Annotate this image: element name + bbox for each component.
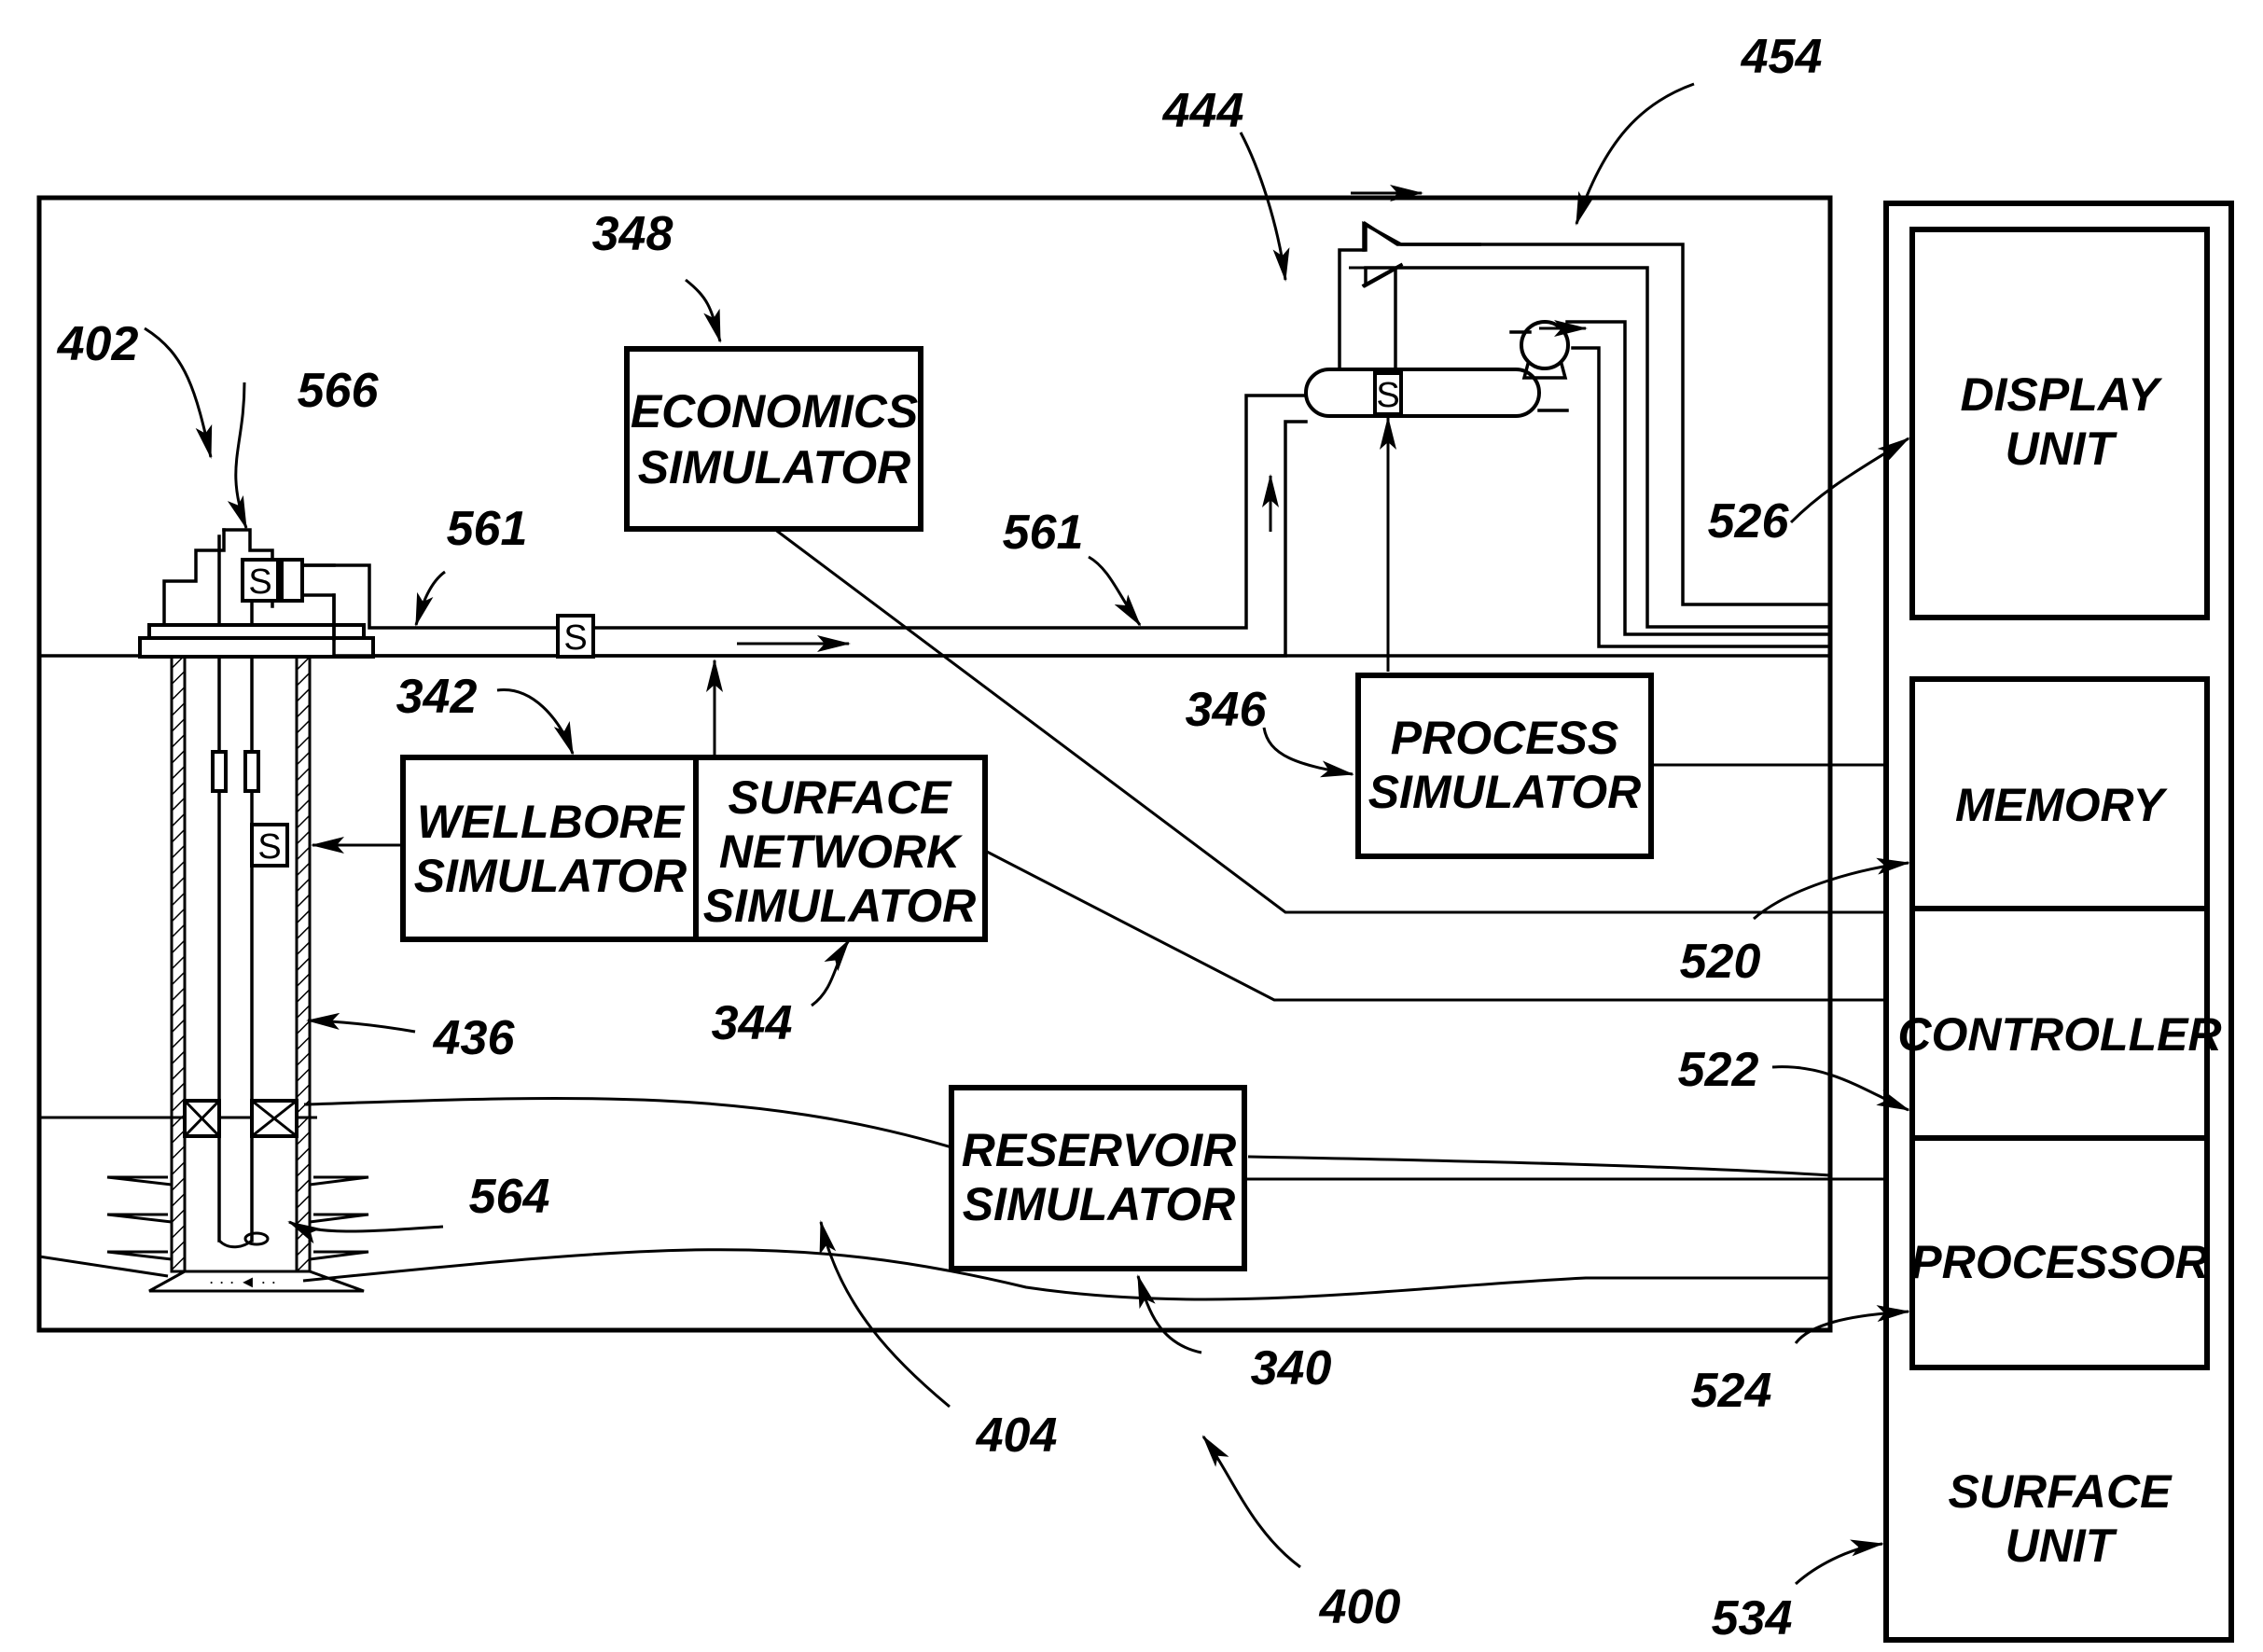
ref-534: 534 xyxy=(1712,1591,1793,1645)
display-unit-label-2: UNIT xyxy=(2006,423,2118,475)
processor-label: PROCESSOR xyxy=(1910,1236,2209,1288)
downhole-sensor-label: S xyxy=(257,827,281,867)
ref-444: 444 xyxy=(1162,84,1244,138)
wellbore-simulator-label-2: SIMULATOR xyxy=(414,850,687,902)
controller-block: CONTROLLER xyxy=(1897,906,2222,1141)
reservoir-simulator-label-2: SIMULATOR xyxy=(963,1178,1236,1230)
process-simulator-label-2: SIMULATOR xyxy=(1368,766,1642,818)
surface-network-simulator-label-1: SURFACE xyxy=(729,771,953,824)
ref-526: 526 xyxy=(1708,494,1790,548)
ref-520: 520 xyxy=(1680,935,1761,989)
ref-346: 346 xyxy=(1186,683,1268,737)
ref-342: 342 xyxy=(396,670,478,724)
economics-simulator-block: ECONOMICS SIMULATOR xyxy=(624,346,923,532)
ref-340: 340 xyxy=(1251,1341,1332,1395)
ref-564: 564 xyxy=(469,1170,550,1224)
wellbore-simulator-block: WELLBORE SIMULATOR xyxy=(400,755,699,942)
memory-block: MEMORY xyxy=(1909,676,2210,911)
surface-network-simulator-label-2: NETWORK xyxy=(719,826,964,878)
ref-566: 566 xyxy=(298,364,380,418)
ref-524: 524 xyxy=(1691,1364,1772,1418)
surface-network-simulator-block: SURFACE NETWORK SIMULATOR xyxy=(693,755,988,942)
processor-block: PROCESSOR xyxy=(1909,1135,2210,1370)
display-unit-block: DISPLAY UNIT xyxy=(1909,227,2210,620)
ref-561a: 561 xyxy=(447,502,528,556)
ref-436: 436 xyxy=(433,1011,516,1065)
reservoir-simulator-label-1: RESERVOIR xyxy=(962,1124,1237,1176)
ref-400: 400 xyxy=(1319,1580,1401,1634)
process-simulator-block: PROCESS SIMULATOR xyxy=(1355,673,1654,859)
wellhead-sensor-label: S xyxy=(248,562,271,602)
process-simulator-label-1: PROCESS xyxy=(1391,712,1619,764)
svg-text:· · · ◄ · ·: · · · ◄ · · xyxy=(209,1272,277,1291)
economics-simulator-label-1: ECONOMICS xyxy=(631,385,918,437)
ref-344: 344 xyxy=(712,996,793,1050)
economics-simulator-label-2: SIMULATOR xyxy=(638,441,911,493)
surface-unit-label-1: SURFACE xyxy=(1949,1465,2173,1518)
ref-454: 454 xyxy=(1741,30,1823,84)
separator-vessel xyxy=(1304,368,1541,418)
separator-sensor-label: S xyxy=(1376,376,1399,415)
ref-561b: 561 xyxy=(1003,506,1084,560)
wellbore-simulator-label-1: WELLBORE xyxy=(417,796,686,848)
ref-522: 522 xyxy=(1678,1043,1759,1097)
ref-404: 404 xyxy=(976,1409,1058,1463)
reservoir-simulator-block: RESERVOIR SIMULATOR xyxy=(949,1085,1247,1271)
flowline-sensor-label: S xyxy=(563,618,587,658)
controller-label: CONTROLLER xyxy=(1897,1008,2221,1061)
ref-348: 348 xyxy=(592,207,673,261)
ref-402: 402 xyxy=(57,317,139,371)
memory-label: MEMORY xyxy=(1955,779,2169,831)
display-unit-label-1: DISPLAY xyxy=(1961,368,2164,421)
surface-unit-label-2: UNIT xyxy=(2006,1520,2118,1572)
surface-network-simulator-label-3: SIMULATOR xyxy=(703,880,977,932)
oilfield-simulation-diagram: · · · ◄ · · S S S S ECONOMICS SIMULATOR … xyxy=(36,30,2234,1645)
